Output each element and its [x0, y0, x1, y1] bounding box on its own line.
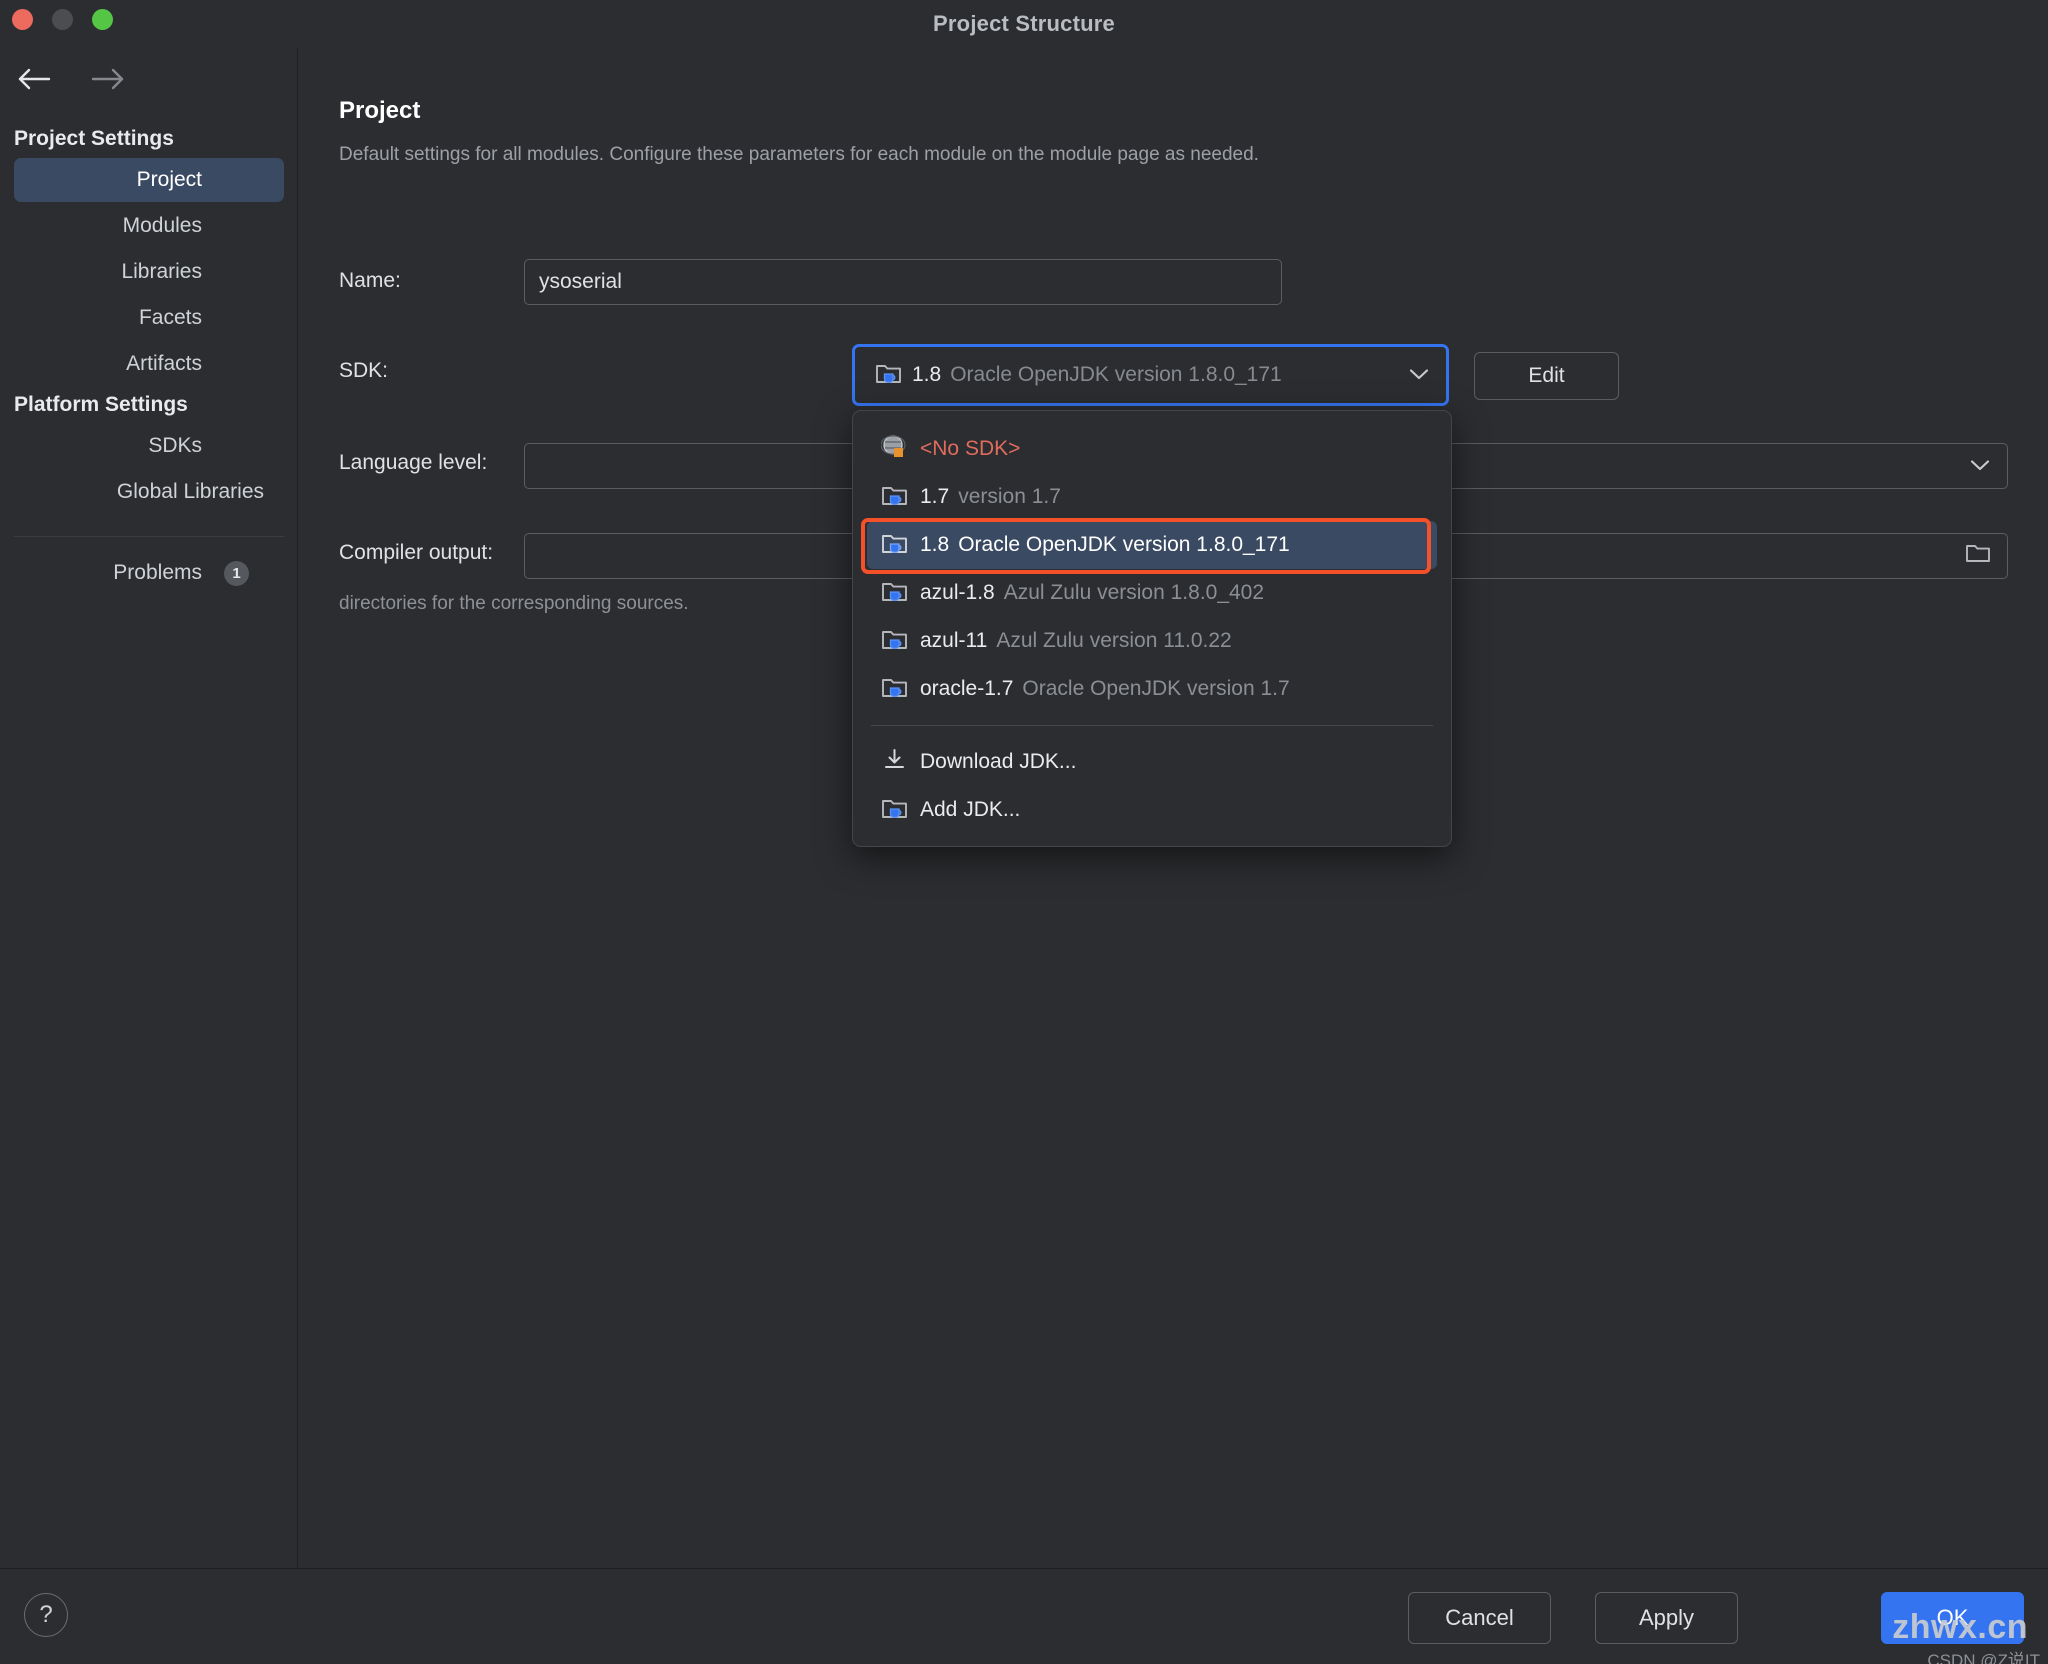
- sdk-action-add-jdk-label: Add JDK...: [920, 798, 1020, 822]
- window-title: Project Structure: [0, 0, 2048, 48]
- sdk-option-azul-1-8[interactable]: azul-1.8 Azul Zulu version 1.8.0_402: [853, 569, 1451, 617]
- jdk-icon: [875, 359, 902, 392]
- sdk-option-no-sdk[interactable]: <No SDK>: [853, 425, 1451, 473]
- name-label: Name:: [339, 269, 401, 293]
- project-structure-dialog: Project Structure Project Settings Proje…: [0, 0, 2048, 1664]
- sidebar-item-modules[interactable]: Modules: [14, 204, 284, 248]
- sdk-option-1-7-desc: version 1.7: [958, 485, 1061, 509]
- sdk-option-1-8[interactable]: 1.8 Oracle OpenJDK version 1.8.0_171: [867, 521, 1437, 569]
- back-arrow-icon[interactable]: [14, 62, 56, 96]
- cancel-button[interactable]: Cancel: [1408, 1592, 1551, 1644]
- page-description: Default settings for all modules. Config…: [339, 144, 1259, 166]
- sidebar-group-platform-settings: Platform Settings: [0, 388, 298, 422]
- sidebar-item-global-libraries[interactable]: Global Libraries: [14, 470, 284, 514]
- sdk-option-no-sdk-label: <No SDK>: [920, 437, 1020, 461]
- sdk-label: SDK:: [339, 359, 388, 383]
- sdk-option-oracle-1-7[interactable]: oracle-1.7 Oracle OpenJDK version 1.7: [853, 665, 1451, 713]
- jdk-icon: [881, 673, 908, 706]
- jdk-icon: [881, 529, 908, 562]
- jdk-icon: [881, 794, 908, 827]
- language-level-label: Language level:: [339, 451, 487, 475]
- sdk-option-oracle-1-7-name: oracle-1.7: [920, 677, 1013, 701]
- sdk-option-azul-1-8-desc: Azul Zulu version 1.8.0_402: [1004, 581, 1264, 605]
- compiler-output-label: Compiler output:: [339, 541, 493, 565]
- sidebar-item-problems-label: Problems: [113, 561, 202, 584]
- sdk-action-add-jdk[interactable]: Add JDK...: [853, 786, 1451, 834]
- chevron-down-icon[interactable]: [1408, 363, 1430, 387]
- title-bar: Project Structure: [0, 0, 2048, 48]
- sdk-option-azul-11[interactable]: azul-11 Azul Zulu version 11.0.22: [853, 617, 1451, 665]
- sdk-option-azul-11-name: azul-11: [920, 629, 987, 653]
- sidebar-item-problems[interactable]: Problems 1: [14, 551, 284, 595]
- jdk-icon: [881, 481, 908, 514]
- sdk-edit-button-label: Edit: [1528, 364, 1564, 388]
- sdk-option-1-8-desc: Oracle OpenJDK version 1.8.0_171: [958, 533, 1290, 557]
- watermark-secondary: CSDN @Z说IT: [1927, 1646, 2040, 1664]
- forward-arrow-icon[interactable]: [86, 62, 128, 96]
- sdk-action-download-jdk[interactable]: Download JDK...: [853, 738, 1451, 786]
- sidebar-nav-buttons: [14, 62, 128, 96]
- sdk-option-oracle-1-7-desc: Oracle OpenJDK version 1.7: [1022, 677, 1289, 701]
- apply-button[interactable]: Apply: [1595, 1592, 1738, 1644]
- sidebar-group-project-settings: Project Settings: [0, 122, 298, 156]
- project-settings-panel: Project Default settings for all modules…: [299, 48, 2048, 1568]
- settings-sidebar: Project Settings Project Modules Librari…: [0, 48, 298, 1568]
- project-name-value: ysoserial: [539, 270, 622, 294]
- sidebar-item-project[interactable]: Project: [14, 158, 284, 202]
- dropdown-divider: [871, 725, 1433, 726]
- sdk-option-1-8-name: 1.8: [920, 533, 949, 557]
- sidebar-item-artifacts[interactable]: Artifacts: [14, 342, 284, 386]
- dialog-footer: ? Cancel Apply OK: [0, 1568, 2048, 1664]
- jdk-icon: [881, 625, 908, 658]
- page-title: Project: [339, 97, 420, 125]
- sdk-option-azul-1-8-name: azul-1.8: [920, 581, 995, 605]
- project-name-input[interactable]: ysoserial: [524, 259, 1282, 305]
- help-icon: ?: [39, 1601, 52, 1629]
- problems-count-badge: 1: [224, 561, 249, 586]
- no-sdk-icon: [881, 433, 908, 466]
- sidebar-item-sdks[interactable]: SDKs: [14, 424, 284, 468]
- sdk-selected-description: Oracle OpenJDK version 1.8.0_171: [950, 363, 1282, 387]
- folder-browse-icon[interactable]: [1965, 542, 1991, 570]
- watermark-primary: zhwx.cn: [1892, 1608, 2028, 1647]
- sidebar-item-facets[interactable]: Facets: [14, 296, 284, 340]
- help-button[interactable]: ?: [24, 1593, 68, 1637]
- sdk-action-download-jdk-label: Download JDK...: [920, 750, 1076, 774]
- compiler-output-hint: directories for the corresponding source…: [339, 593, 689, 615]
- sidebar-item-libraries[interactable]: Libraries: [14, 250, 284, 294]
- sidebar-divider: [14, 536, 284, 537]
- download-icon: [881, 746, 908, 779]
- sdk-option-1-7-name: 1.7: [920, 485, 949, 509]
- sdk-option-azul-11-desc: Azul Zulu version 11.0.22: [996, 629, 1231, 653]
- sidebar-nav-list: Project Settings Project Modules Librari…: [0, 122, 298, 595]
- chevron-down-icon[interactable]: [1969, 454, 1991, 478]
- sdk-option-1-7[interactable]: 1.7 version 1.7: [853, 473, 1451, 521]
- sdk-combobox[interactable]: 1.8 Oracle OpenJDK version 1.8.0_171: [852, 344, 1449, 406]
- sdk-selected-version: 1.8: [912, 363, 941, 387]
- cancel-button-label: Cancel: [1445, 1605, 1513, 1631]
- apply-button-label: Apply: [1639, 1605, 1694, 1631]
- jdk-icon: [881, 577, 908, 610]
- sdk-edit-button[interactable]: Edit: [1474, 352, 1619, 400]
- sdk-dropdown-menu[interactable]: <No SDK> 1.7 version 1.7: [852, 410, 1452, 847]
